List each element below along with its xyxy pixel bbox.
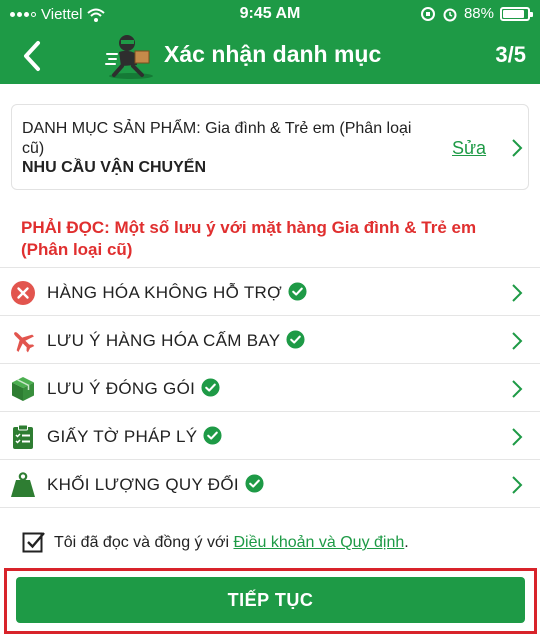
- battery-icon: [500, 6, 533, 21]
- check-circle-icon: [203, 426, 222, 445]
- check-circle-icon: [286, 330, 305, 349]
- chevron-right-icon[interactable]: [510, 474, 524, 496]
- shipping-need-label: NHU CẦU VẬN CHUYỂN: [22, 159, 207, 176]
- courier-icon: [105, 35, 153, 79]
- chevron-right-icon[interactable]: [510, 378, 524, 400]
- agree-checkbox[interactable]: [22, 530, 46, 554]
- list-item-converted-weight[interactable]: KHỐI LƯỢNG QUY ĐỔI: [0, 460, 540, 508]
- warning-message: PHẢI ĐỌC: Một số lưu ý với mặt hàng Gia …: [21, 218, 477, 259]
- check-circle-icon: [201, 378, 220, 397]
- list-item-packaging[interactable]: LƯU Ý ĐÓNG GÓI: [0, 364, 540, 412]
- list-item-label: LƯU Ý ĐÓNG GÓI: [47, 378, 220, 399]
- step-indicator: 3/5: [495, 42, 526, 67]
- airplane-icon: [14, 332, 35, 353]
- list-item-unsupported-goods[interactable]: HÀNG HÓA KHÔNG HỖ TRỢ: [0, 268, 540, 316]
- continue-button[interactable]: TIẾP TỤC: [16, 577, 525, 623]
- chevron-right-icon[interactable]: [509, 137, 525, 159]
- category-card[interactable]: DANH MỤC SẢN PHẨM: Gia đình & Trẻ em (Ph…: [11, 104, 529, 190]
- status-right: 88%: [420, 5, 533, 22]
- continue-button-highlight: TIẾP TỤC: [4, 568, 537, 634]
- top-bar: Viettel 9:45 AM 88% Xác nhận danh mục 3/…: [0, 0, 540, 84]
- list-item-label: LƯU Ý HÀNG HÓA CẤM BAY: [47, 330, 305, 351]
- alarm-icon: [443, 8, 457, 21]
- battery-percent: 88%: [463, 5, 494, 22]
- list-item-label: KHỐI LƯỢNG QUY ĐỔI: [47, 474, 264, 495]
- list-item-label: HÀNG HÓA KHÔNG HỖ TRỢ: [47, 282, 307, 303]
- rotation-lock-icon: [420, 6, 435, 21]
- list-item-legal-documents[interactable]: GIẤY TỜ PHÁP LÝ: [0, 412, 540, 460]
- notice-list: HÀNG HÓA KHÔNG HỖ TRỢ LƯU Ý HÀNG HÓA CẤM…: [0, 267, 540, 508]
- status-bar: Viettel 9:45 AM 88%: [0, 0, 540, 28]
- prohibited-icon: [11, 281, 35, 305]
- list-item-label: GIẤY TỜ PHÁP LÝ: [47, 426, 222, 447]
- terms-link[interactable]: Điều khoản và Quy định: [233, 534, 404, 551]
- nav-bar: Xác nhận danh mục 3/5: [0, 28, 540, 84]
- check-circle-icon: [288, 282, 307, 301]
- weight-icon: [11, 472, 35, 497]
- clipboard-icon: [13, 424, 33, 449]
- list-item-flight-restricted[interactable]: LƯU Ý HÀNG HÓA CẤM BAY: [0, 316, 540, 364]
- chevron-right-icon[interactable]: [510, 282, 524, 304]
- back-button[interactable]: [18, 38, 48, 74]
- package-icon: [12, 377, 34, 401]
- agreement-text: Tôi đã đọc và đồng ý với Điều khoản và Q…: [54, 534, 409, 551]
- page-title: Xác nhận danh mục: [164, 41, 382, 67]
- edit-link[interactable]: Sửa: [452, 138, 486, 159]
- chevron-right-icon[interactable]: [510, 426, 524, 448]
- chevron-right-icon[interactable]: [510, 330, 524, 352]
- product-category: DANH MỤC SẢN PHẨM: Gia đình & Trẻ em (Ph…: [22, 120, 412, 157]
- check-circle-icon: [245, 474, 264, 493]
